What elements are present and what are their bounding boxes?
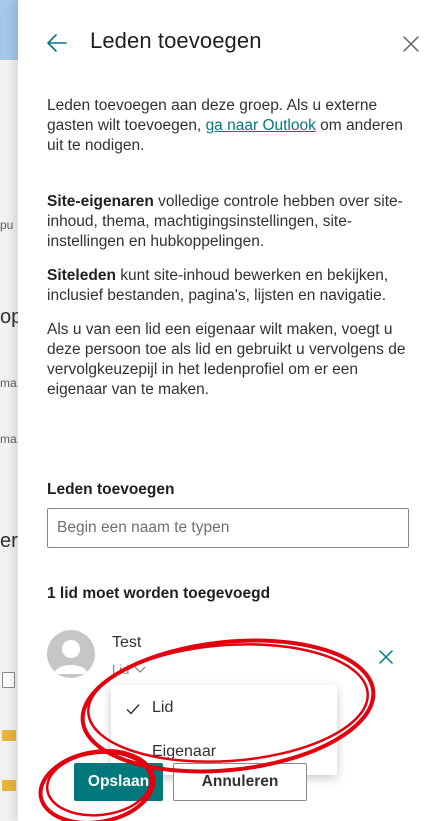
owners-description: Site-eigenaren volledige controle hebben… <box>47 192 417 252</box>
pending-count-label: 1 lid moet worden toegevoegd <box>47 585 271 602</box>
member-name: Test <box>112 634 142 651</box>
role-value: Lid <box>112 662 130 677</box>
add-members-label: Leden toevoegen <box>47 481 175 498</box>
background-text: pu <box>0 218 14 232</box>
member-search-input[interactable] <box>47 508 409 548</box>
outlook-link[interactable]: ga naar Outlook <box>206 117 316 134</box>
role-dropdown[interactable]: Lid <box>112 662 146 677</box>
role-option-label: Lid <box>152 699 174 716</box>
avatar <box>47 630 95 678</box>
folder-icon <box>2 780 16 791</box>
members-description: Siteleden kunt site-inhoud bewerken en b… <box>47 266 417 306</box>
checkmark-icon <box>126 704 140 715</box>
background-text: er <box>0 530 18 552</box>
intro-text: Leden toevoegen aan deze groep. Als u ex… <box>47 96 417 156</box>
close-button[interactable] <box>401 34 421 54</box>
background-text: ma <box>0 432 17 446</box>
role-menu: Lid Eigenaar <box>111 685 337 775</box>
remove-member-button[interactable] <box>377 648 395 666</box>
chevron-down-icon <box>134 666 146 673</box>
save-button[interactable]: Opslaan <box>74 763 163 801</box>
background-header <box>0 0 18 60</box>
panel-title: Leden toevoegen <box>90 28 262 53</box>
back-button[interactable] <box>44 30 70 56</box>
close-icon <box>379 650 393 664</box>
close-icon <box>403 36 419 52</box>
panel-description: Leden toevoegen aan deze groep. Als u ex… <box>47 96 417 414</box>
role-option-label: Eigenaar <box>152 743 217 760</box>
background-app: pu op ma ma er <box>0 0 22 821</box>
role-option-lid[interactable]: Lid <box>111 687 337 731</box>
panel-header: Leden toevoegen <box>18 28 435 60</box>
add-members-panel: Leden toevoegen Leden toevoegen aan deze… <box>18 0 435 821</box>
document-icon <box>2 672 15 688</box>
owner-hint: Als u van een lid een eigenaar wilt make… <box>47 321 406 398</box>
person-icon <box>54 640 88 674</box>
background-text: ma <box>0 376 17 390</box>
folder-icon <box>2 730 16 741</box>
member-row: Test Lid <box>47 630 417 680</box>
cancel-button[interactable]: Annuleren <box>173 763 307 801</box>
members-term: Siteleden <box>47 267 116 284</box>
owners-term: Site-eigenaren <box>47 193 154 210</box>
arrow-left-icon <box>47 34 67 52</box>
page: pu op ma ma er Leden toevoegen Leden toe… <box>0 0 435 821</box>
